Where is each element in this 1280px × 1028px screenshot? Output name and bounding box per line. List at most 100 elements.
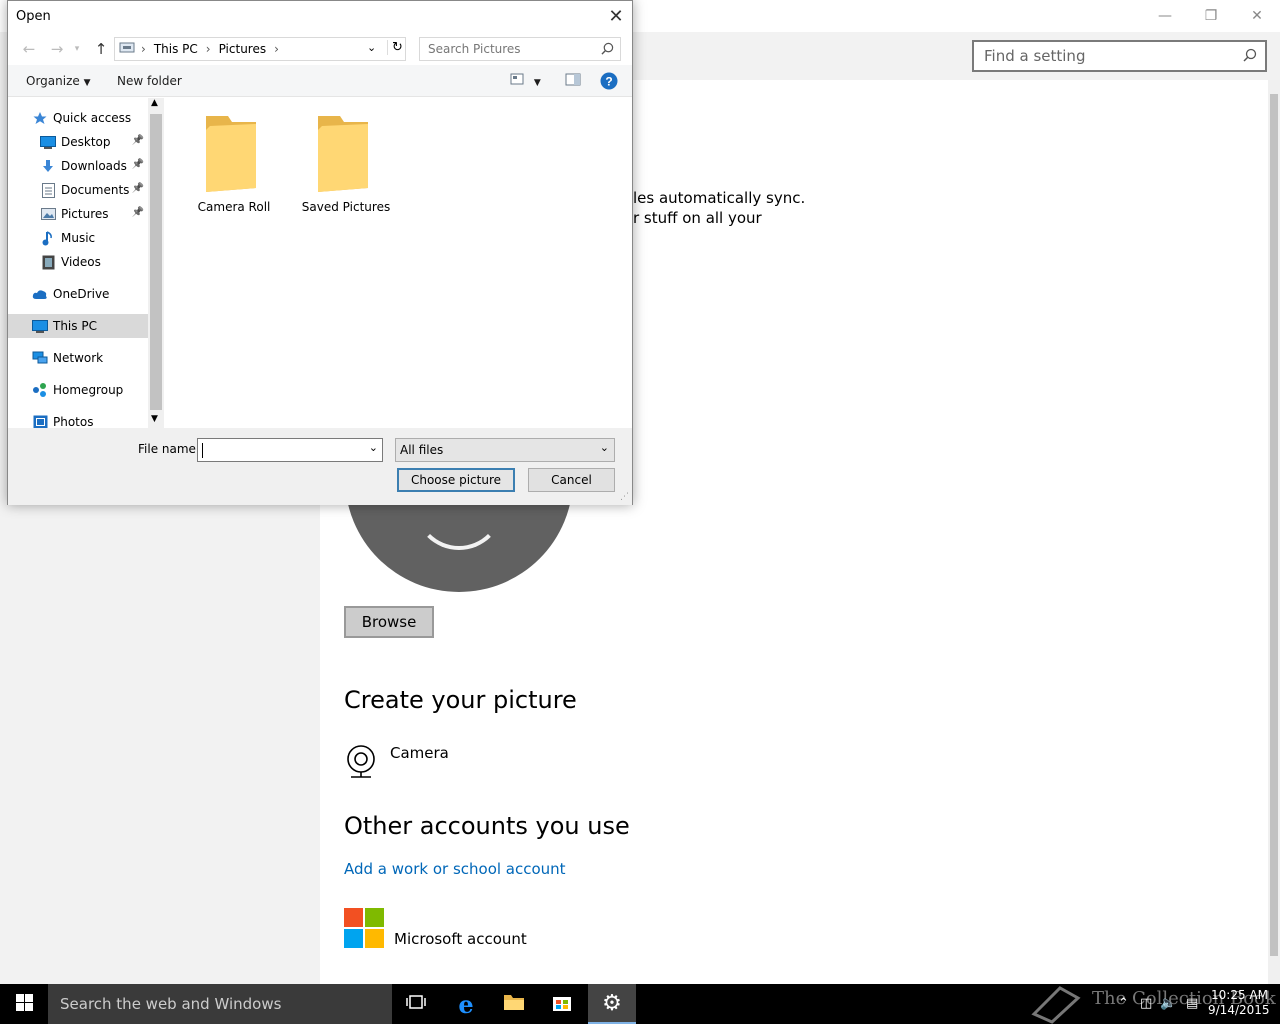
notifications-icon[interactable]: ▤ [1186, 996, 1198, 1011]
network-tray-icon[interactable]: ◫ [1140, 996, 1152, 1011]
start-button[interactable] [0, 984, 48, 1024]
computer-icon [32, 318, 48, 334]
volume-icon[interactable]: 🔈 [1160, 996, 1176, 1011]
nav-item-videos[interactable]: Videos [8, 250, 148, 274]
chevron-down-icon[interactable]: ⌄ [369, 441, 378, 454]
close-window-button[interactable]: ✕ [1234, 0, 1280, 32]
nav-item-label: Desktop [61, 135, 111, 149]
star-icon [32, 110, 48, 126]
search-pictures-input[interactable]: Search Pictures [419, 37, 621, 61]
scrollbar-thumb[interactable] [150, 114, 162, 410]
resize-grip-icon[interactable]: ⋰ [620, 492, 629, 502]
settings-app-button[interactable]: ⚙ [588, 984, 636, 1024]
breadcrumb-pictures[interactable]: Pictures [219, 42, 267, 56]
nav-item-label: Videos [61, 255, 101, 269]
change-view-button[interactable]: ▼ [510, 73, 541, 88]
preview-pane-button[interactable] [565, 73, 581, 89]
new-folder-button[interactable]: New folder [117, 74, 182, 88]
recent-locations-button[interactable]: ▾ [70, 39, 84, 59]
forward-button[interactable]: → [46, 39, 68, 59]
folder-saved-pictures[interactable]: Saved Pictures [296, 112, 396, 222]
microsoft-logo-icon [344, 908, 384, 948]
file-list: Camera Roll Saved Pictures [164, 98, 632, 428]
breadcrumb-this-pc[interactable]: This PC [154, 42, 198, 56]
edge-app-button[interactable]: e [442, 984, 490, 1024]
dialog-title: Open [16, 9, 51, 24]
chevron-down-icon: ▼ [533, 78, 541, 88]
file-type-select[interactable]: All files ⌄ [395, 438, 615, 462]
dialog-close-button[interactable]: ✕ [604, 5, 628, 27]
task-view-button[interactable] [392, 984, 440, 1024]
show-hidden-icons-icon[interactable]: ⌃ [1118, 996, 1129, 1011]
task-view-icon [406, 994, 426, 1014]
refresh-icon[interactable]: ↻ [387, 40, 403, 55]
organize-menu[interactable]: Organize ▼ [26, 74, 91, 88]
nav-item-desktop[interactable]: Desktop 📌 [8, 130, 148, 154]
chevron-down-icon: ⌄ [599, 441, 609, 454]
search-pictures-placeholder: Search Pictures [428, 42, 521, 56]
nav-item-onedrive[interactable]: OneDrive [8, 282, 148, 306]
cancel-button[interactable]: Cancel [528, 468, 615, 492]
nav-item-documents[interactable]: Documents 📌 [8, 178, 148, 202]
camera-option[interactable]: Camera [344, 744, 544, 780]
pictures-icon [40, 206, 56, 222]
folder-camera-roll[interactable]: Camera Roll [184, 112, 284, 222]
nav-item-this-pc[interactable]: This PC [8, 314, 148, 338]
nav-item-network[interactable]: Network [8, 346, 148, 370]
folder-icon [204, 112, 258, 192]
nav-item-label: Music [61, 231, 96, 245]
nav-item-label: OneDrive [53, 287, 110, 301]
pin-icon: 📌 [131, 159, 144, 170]
nav-item-quick-access[interactable]: Quick access [8, 106, 148, 130]
up-button[interactable]: ↑ [90, 39, 112, 59]
cloud-icon [32, 286, 48, 302]
taskbar-clock[interactable]: 10:25 AM 9/14/2015 [1208, 988, 1270, 1018]
taskbar-search-input[interactable]: Search the web and Windows [48, 984, 392, 1024]
restore-button[interactable]: ❐ [1188, 0, 1234, 32]
choose-picture-button[interactable]: Choose picture [397, 468, 515, 492]
nav-item-music[interactable]: Music [8, 226, 148, 250]
folder-label: Saved Pictures [301, 200, 391, 214]
minimize-button[interactable]: — [1142, 0, 1188, 32]
nav-item-pictures[interactable]: Pictures 📌 [8, 202, 148, 226]
camera-label: Camera [390, 744, 449, 762]
other-accounts-title: Other accounts you use [344, 812, 630, 840]
create-picture-title: Create your picture [344, 686, 577, 714]
file-explorer-button[interactable] [490, 984, 538, 1024]
clock-time: 10:25 AM [1211, 988, 1268, 1002]
clock-date: 9/14/2015 [1208, 1003, 1270, 1017]
scrollbar-thumb[interactable] [1270, 94, 1278, 956]
store-app-button[interactable] [538, 984, 586, 1024]
download-icon [40, 158, 56, 174]
file-type-value: All files [400, 443, 444, 457]
nav-item-label: Homegroup [53, 383, 124, 397]
chevron-down-icon[interactable]: ▼ [151, 414, 158, 424]
edge-icon: e [458, 989, 474, 1019]
microsoft-account-label[interactable]: Microsoft account [394, 930, 527, 948]
help-icon: ? [600, 72, 618, 93]
folder-label: Camera Roll [197, 200, 271, 214]
back-button[interactable]: ← [18, 39, 40, 59]
address-bar[interactable]: › This PC › Pictures › ⌄ ↻ [114, 37, 406, 61]
documents-icon [40, 182, 56, 198]
settings-scrollbar[interactable] [1268, 80, 1280, 984]
chevron-down-icon: ▾ [74, 44, 80, 54]
arrow-right-icon: → [50, 40, 64, 58]
address-dropdown-icon[interactable]: ⌄ [367, 41, 376, 54]
gear-icon: ⚙ [602, 990, 622, 1016]
nav-item-homegroup[interactable]: Homegroup [8, 378, 148, 402]
find-setting-input[interactable]: Find a setting [972, 40, 1267, 72]
nav-item-label: Downloads [61, 159, 127, 173]
chevron-up-icon[interactable]: ▲ [151, 98, 158, 108]
arrow-up-icon: ↑ [94, 40, 108, 58]
file-name-label: File name: [138, 442, 200, 456]
pin-icon: 📌 [131, 207, 144, 218]
navigation-scrollbar[interactable]: ▲ ▼ [148, 98, 164, 428]
add-work-school-account-link[interactable]: Add a work or school account [344, 860, 566, 878]
chevron-down-icon: ▼ [83, 78, 91, 88]
view-icon [510, 73, 528, 88]
file-name-input[interactable]: ⌄ [197, 438, 383, 462]
browse-button[interactable]: Browse [344, 606, 434, 638]
nav-item-downloads[interactable]: Downloads 📌 [8, 154, 148, 178]
help-button[interactable]: ? [600, 72, 618, 93]
